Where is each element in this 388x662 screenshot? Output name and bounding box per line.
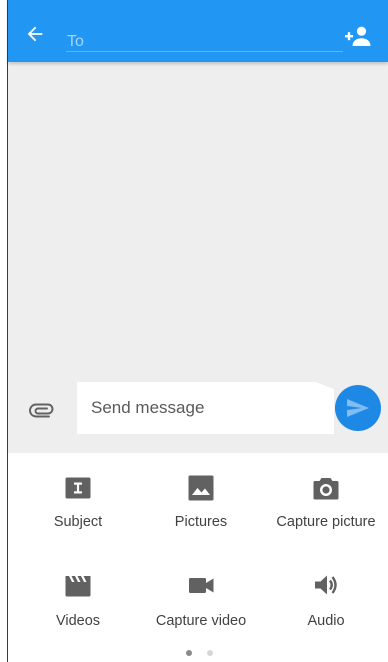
option-label: Videos (55, 613, 101, 629)
videocam-icon (189, 578, 214, 593)
option-label: Capture picture (276, 514, 376, 530)
image-icon (188, 475, 214, 501)
message-field[interactable] (77, 382, 334, 434)
message-input[interactable] (77, 382, 334, 434)
option-pictures[interactable]: Pictures (138, 474, 264, 554)
app-frame: Subject Pictures Capture picture (7, 0, 388, 662)
add-contact-button[interactable] (345, 26, 371, 46)
person-add-icon (345, 26, 371, 46)
attachment-panel: Subject Pictures Capture picture Videos … (8, 453, 388, 662)
page-dot[interactable] (207, 650, 213, 656)
camera-icon (313, 478, 339, 500)
option-label: Audio (307, 613, 345, 629)
paperclip-icon (29, 403, 54, 418)
video-clip-icon (65, 576, 91, 597)
send-button[interactable] (335, 385, 381, 431)
arrow-back-icon (27, 26, 43, 42)
option-capture-picture[interactable]: Capture picture (263, 474, 388, 554)
option-audio[interactable]: Audio (263, 571, 388, 651)
volume-icon (315, 575, 337, 595)
send-icon (347, 399, 369, 417)
conversation-area (8, 62, 388, 453)
back-button[interactable] (24, 23, 46, 45)
subject-icon (65, 477, 91, 499)
toolbar (8, 0, 388, 62)
attach-button[interactable] (29, 399, 55, 419)
option-subject[interactable]: Subject (15, 474, 141, 554)
option-capture-video[interactable]: Capture video (138, 571, 264, 651)
option-label: Capture video (155, 613, 247, 629)
option-videos[interactable]: Videos (15, 571, 141, 651)
page-indicator (186, 650, 216, 656)
option-label: Subject (53, 514, 103, 530)
recipient-input[interactable] (66, 26, 343, 52)
page-dot-active[interactable] (186, 650, 192, 656)
option-label: Pictures (174, 514, 228, 530)
